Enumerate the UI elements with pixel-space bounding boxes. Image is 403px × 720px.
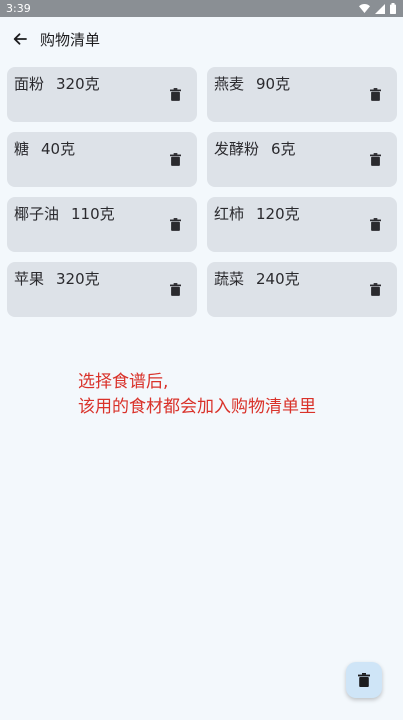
- item-name: 面粉: [14, 75, 45, 93]
- item-amount: 320克: [56, 270, 100, 288]
- shopping-item-card[interactable]: 红柿 120克: [207, 197, 397, 252]
- item-text: 燕麦 90克: [214, 73, 290, 94]
- item-text: 椰子油 110克: [14, 203, 115, 224]
- back-button[interactable]: [2, 17, 38, 61]
- item-text: 蔬菜 240克: [214, 268, 300, 289]
- item-text: 苹果 320克: [14, 268, 100, 289]
- trash-icon: [358, 673, 370, 687]
- shopping-item-card[interactable]: 蔬菜 240克: [207, 262, 397, 317]
- status-bar: 3:39: [0, 0, 403, 17]
- delete-item-button[interactable]: [367, 150, 383, 168]
- status-icons: [359, 3, 396, 14]
- item-amount: 110克: [71, 205, 115, 223]
- trash-icon: [369, 217, 381, 231]
- delete-item-button[interactable]: [367, 215, 383, 233]
- shopping-list-grid: 面粉 320克 燕麦 90克糖 40克 发酵粉 6克 椰子油 110克 红柿 120克 苹果 320克蔬…: [7, 67, 398, 317]
- item-text: 发酵粉 6克: [214, 138, 296, 159]
- app-bar: 购物清单: [0, 17, 403, 61]
- shopping-item-card[interactable]: 苹果 320克: [7, 262, 197, 317]
- item-amount: 120克: [256, 205, 300, 223]
- trash-icon: [369, 87, 381, 101]
- annotation-line-2: 该用的食材都会加入购物清单里: [78, 397, 316, 417]
- status-time: 3:39: [6, 2, 31, 15]
- shopping-item-card[interactable]: 糖 40克: [7, 132, 197, 187]
- wifi-icon: [359, 4, 370, 13]
- trash-icon: [169, 282, 181, 296]
- item-name: 苹果: [14, 270, 45, 288]
- item-text: 面粉 320克: [14, 73, 100, 94]
- shopping-item-card[interactable]: 面粉 320克: [7, 67, 197, 122]
- trash-icon: [169, 87, 181, 101]
- shopping-item-card[interactable]: 发酵粉 6克: [207, 132, 397, 187]
- item-name: 红柿: [214, 205, 245, 223]
- delete-item-button[interactable]: [167, 150, 183, 168]
- item-amount: 320克: [56, 75, 100, 93]
- item-amount: 240克: [256, 270, 300, 288]
- item-text: 红柿 120克: [214, 203, 300, 224]
- arrow-left-icon: [13, 33, 27, 45]
- item-name: 椰子油: [14, 205, 60, 223]
- delete-item-button[interactable]: [367, 280, 383, 298]
- clear-all-button[interactable]: [346, 662, 382, 698]
- annotation-text: 选择食谱后, 该用的食材都会加入购物清单里: [78, 370, 316, 420]
- trash-icon: [369, 282, 381, 296]
- signal-icon: [375, 3, 385, 14]
- shopping-item-card[interactable]: 燕麦 90克: [207, 67, 397, 122]
- trash-icon: [369, 152, 381, 166]
- delete-item-button[interactable]: [167, 215, 183, 233]
- delete-item-button[interactable]: [167, 280, 183, 298]
- item-amount: 6克: [271, 140, 296, 158]
- annotation-line-1: 选择食谱后,: [78, 372, 169, 392]
- item-name: 蔬菜: [214, 270, 245, 288]
- shopping-item-card[interactable]: 椰子油 110克: [7, 197, 197, 252]
- trash-icon: [169, 217, 181, 231]
- item-text: 糖 40克: [14, 138, 75, 159]
- item-amount: 40克: [41, 140, 76, 158]
- trash-icon: [169, 152, 181, 166]
- page-title: 购物清单: [40, 30, 101, 49]
- item-amount: 90克: [256, 75, 291, 93]
- battery-icon: [390, 3, 396, 14]
- item-name: 发酵粉: [214, 140, 260, 158]
- item-name: 糖: [14, 140, 30, 158]
- item-name: 燕麦: [214, 75, 245, 93]
- delete-item-button[interactable]: [367, 85, 383, 103]
- delete-item-button[interactable]: [167, 85, 183, 103]
